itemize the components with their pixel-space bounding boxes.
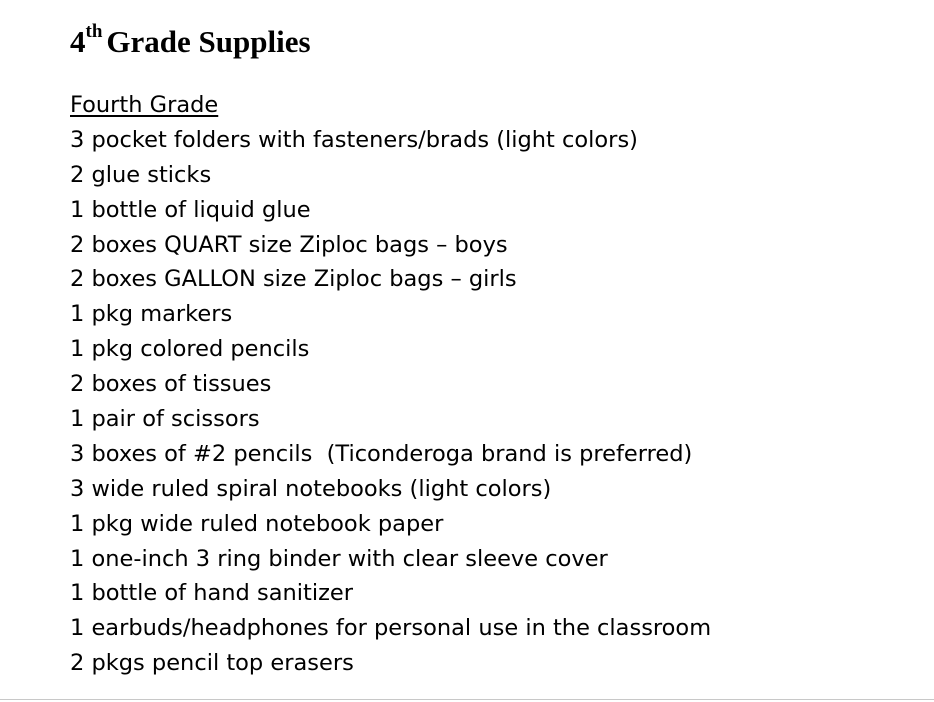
list-item: 1 one-inch 3 ring binder with clear slee… — [70, 545, 608, 572]
list-item: 1 pkg colored pencils — [70, 336, 310, 363]
list-item: 1 pkg wide ruled notebook paper — [70, 510, 444, 537]
list-item: 1 bottle of liquid glue — [70, 196, 311, 223]
list-item: 2 glue sticks — [70, 161, 212, 188]
title-superscript: th — [85, 20, 103, 42]
page-title: 4th Grade Supplies — [70, 22, 311, 62]
list-item: 2 boxes of tissues — [70, 371, 272, 398]
list-item: 2 pkgs pencil top erasers — [70, 650, 354, 677]
list-item: 2 boxes GALLON size Ziploc bags – girls — [70, 266, 517, 293]
list-item: 3 pocket folders with fasteners/brads (l… — [70, 126, 638, 153]
list-item: 3 wide ruled spiral notebooks (light col… — [70, 475, 552, 502]
list-item: 1 pkg markers — [70, 301, 233, 328]
list-item: 1 pair of scissors — [70, 406, 260, 433]
list-item: 1 bottle of hand sanitizer — [70, 580, 353, 607]
title-text: Grade Supplies — [106, 24, 311, 59]
list-item: 3 boxes of #2 pencils (Ticonderoga brand… — [70, 440, 693, 467]
document-page: 4th Grade Supplies Fourth Grade 3 pocket … — [0, 0, 934, 702]
section-heading: Fourth Grade — [70, 92, 219, 118]
list-item: 1 earbuds/headphones for personal use in… — [70, 615, 712, 642]
title-number: 4 — [70, 24, 86, 59]
section-heading-line: Fourth Grade — [70, 88, 910, 123]
supply-list: Fourth Grade 3 pocket folders with faste… — [70, 88, 910, 681]
page-bottom-divider — [0, 699, 934, 700]
list-item: 2 boxes QUART size Ziploc bags – boys — [70, 231, 508, 258]
